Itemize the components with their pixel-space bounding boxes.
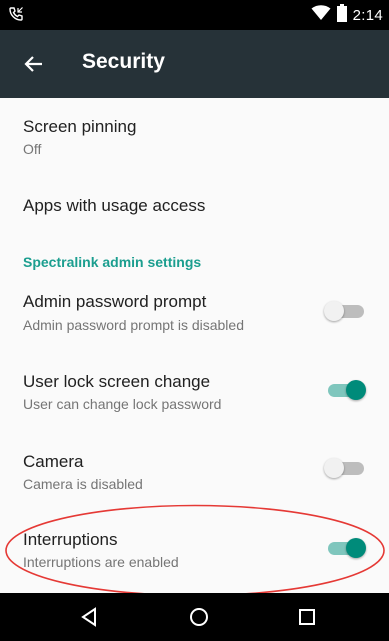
page-title: Security [82, 50, 165, 73]
setting-subtitle: Camera is disabled [23, 476, 143, 492]
switch-thumb [346, 538, 366, 558]
setting-apps-usage-access[interactable]: Apps with usage access [0, 174, 389, 240]
back-triangle-icon[interactable] [78, 605, 102, 629]
battery-icon [336, 3, 347, 27]
arrow-back-icon[interactable] [20, 50, 48, 78]
setting-subtitle: Off [23, 141, 42, 157]
home-circle-icon[interactable] [187, 605, 211, 629]
admin-password-prompt-switch[interactable] [324, 296, 368, 326]
section-header: Spectralink admin settings [23, 254, 202, 270]
setting-subtitle: Interruptions are enabled [23, 554, 179, 570]
camera-switch[interactable] [324, 453, 368, 483]
navigation-bar [0, 593, 389, 641]
user-lock-screen-change-switch[interactable] [324, 375, 368, 405]
status-bar: 2:14 [0, 0, 389, 30]
setting-title: Camera [23, 452, 84, 471]
setting-title: Admin password prompt [23, 292, 207, 311]
setting-screen-pinning[interactable]: Screen pinning Off [0, 98, 389, 174]
wifi-icon [311, 4, 331, 26]
setting-admin-password-prompt[interactable]: Admin password prompt Admin password pro… [0, 282, 389, 360]
setting-user-lock-screen-change[interactable]: User lock screen change User can change … [0, 360, 389, 438]
switch-thumb [346, 380, 366, 400]
setting-title: User lock screen change [23, 372, 211, 391]
interruptions-switch[interactable] [324, 533, 368, 563]
setting-title: Apps with usage access [23, 196, 206, 215]
settings-list: Screen pinning Off Apps with usage acces… [0, 98, 389, 593]
setting-subtitle: User can change lock password [23, 396, 222, 412]
switch-thumb [324, 458, 344, 478]
setting-camera[interactable]: Camera Camera is disabled [0, 438, 389, 518]
setting-title: Screen pinning [23, 117, 137, 136]
setting-title: Interruptions [23, 530, 118, 549]
phone-icon [8, 6, 24, 27]
recents-square-icon[interactable] [295, 605, 319, 629]
status-time: 2:14 [352, 6, 383, 24]
setting-subtitle: Admin password prompt is disabled [23, 317, 244, 333]
setting-interruptions[interactable]: Interruptions Interruptions are enabled [0, 518, 389, 593]
switch-thumb [324, 301, 344, 321]
app-bar: Security [0, 30, 389, 98]
